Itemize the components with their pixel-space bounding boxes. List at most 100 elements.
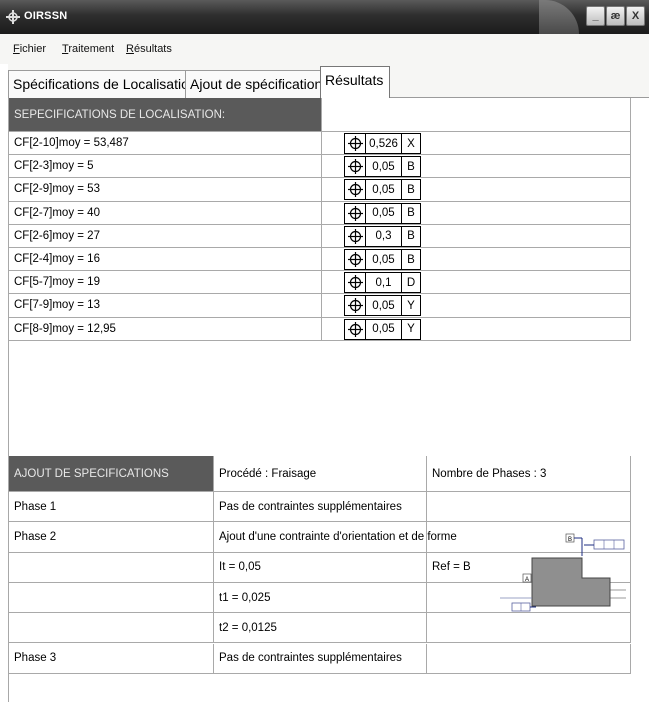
ajout-phase-detail: Pas de contraintes supplémentaires <box>214 643 427 673</box>
results-panel: SEPECIFICATIONS DE LOCALISATION: CF[2-10… <box>8 98 642 702</box>
datum-reference: B <box>407 160 415 173</box>
loc-spec-row: CF[2-9]moy = 53 0,05 B <box>9 178 631 202</box>
window-title: OIRSSN <box>24 10 68 22</box>
loc-spec-row: CF[7-9]moy = 13 0,05 Y <box>9 294 631 318</box>
loc-spec-row: CF[8-9]moy = 12,95 0,05 Y <box>9 317 631 341</box>
loc-spec-label: CF[2-7]moy = 40 <box>9 201 322 224</box>
svg-text:B: B <box>568 537 572 543</box>
svg-text:A: A <box>525 577 529 583</box>
ajout-phase-extra <box>427 643 631 673</box>
loc-spec-row: CF[2-10]moy = 53,487 0,526 X <box>9 132 631 156</box>
loc-spec-frame-cell: 0,05 B <box>322 201 631 224</box>
datum-reference: B <box>407 207 415 220</box>
tab-ajout-specifications[interactable]: Ajout de spécifications <box>185 70 329 98</box>
ajout-header-procede: Procédé : Fraisage <box>214 456 427 491</box>
tolerance-value: 0,526 <box>366 134 402 153</box>
loc-spec-row: CF[2-6]moy = 27 0,3 B <box>9 224 631 248</box>
datum-b-label: B <box>565 533 583 556</box>
loc-spec-frame-cell: 0,05 B <box>322 248 631 271</box>
feature-control-frame: 0,05 B <box>344 179 421 201</box>
position-icon <box>345 273 366 293</box>
feature-control-frame: 0,3 B <box>344 225 421 247</box>
feature-control-frame: 0,1 D <box>344 272 421 294</box>
ajout-phase-detail: t1 = 0,025 <box>214 582 427 613</box>
part-drawing-figure: B A <box>500 533 626 612</box>
tab-specifications-localisation[interactable]: Spécifications de Localisation <box>8 70 197 98</box>
loc-spec-frame-cell: 0,05 Y <box>322 294 631 317</box>
position-icon <box>345 134 366 153</box>
ajout-phase-label <box>9 582 214 613</box>
loc-spec-label: CF[2-9]moy = 53 <box>9 178 322 201</box>
position-icon <box>345 319 366 339</box>
loc-spec-frame-cell: 0,05 B <box>322 178 631 201</box>
tolerance-value: 0,3 <box>366 226 402 246</box>
feature-control-frame: 0,526 X <box>344 133 421 154</box>
loc-spec-frame-cell: 0,05 Y <box>322 317 631 340</box>
tolerance-value: 0,05 <box>366 319 402 339</box>
restore-button[interactable]: æ <box>606 6 625 26</box>
ajout-phase-detail: t2 = 0,0125 <box>214 613 427 643</box>
loc-spec-frame-cell: 0,05 B <box>322 155 631 178</box>
tolerance-value: 0,05 <box>366 250 402 269</box>
position-icon <box>345 226 366 246</box>
loc-spec-row: CF[2-3]moy = 5 0,05 B <box>9 155 631 179</box>
menu-traitement[interactable]: Traitement <box>62 43 114 55</box>
loc-header-row: SEPECIFICATIONS DE LOCALISATION: <box>9 98 631 132</box>
datum-a-label: A <box>522 573 532 583</box>
loc-spec-label: CF[5-7]moy = 19 <box>9 271 322 294</box>
feature-control-frame: 0,05 B <box>344 249 421 270</box>
ajout-phase-label: Phase 3 <box>9 643 214 673</box>
datum-reference: Y <box>407 323 415 336</box>
tolerance-frame-small <box>584 539 625 550</box>
ajout-phase-label <box>9 552 214 582</box>
loc-spec-label: CF[8-9]moy = 12,95 <box>9 317 322 340</box>
loc-spec-label: CF[7-9]moy = 13 <box>9 294 322 317</box>
loc-spec-label: CF[2-10]moy = 53,487 <box>9 132 322 155</box>
feature-control-frame: 0,05 Y <box>344 295 421 317</box>
loc-spec-label: CF[2-3]moy = 5 <box>9 155 322 178</box>
loc-header-empty-cell <box>322 98 631 131</box>
tolerance-value: 0,05 <box>366 203 402 223</box>
ajout-phase-extra <box>427 492 631 522</box>
position-icon <box>345 180 366 200</box>
position-icon <box>345 157 366 177</box>
feature-control-frame: 0,05 B <box>344 156 421 178</box>
ajout-phase-label <box>9 613 214 643</box>
menu-fichier[interactable]: Fichier <box>13 43 46 55</box>
title-bar: OIRSSN _ æ X <box>0 0 649 34</box>
ajout-header-row: AJOUT DE SPECIFICATIONS Procédé : Fraisa… <box>9 456 631 492</box>
ajout-phase-label: Phase 2 <box>9 522 214 552</box>
position-icon <box>345 250 366 269</box>
tolerance-value: 0,05 <box>366 180 402 200</box>
loc-spec-label: CF[2-4]moy = 16 <box>9 248 322 271</box>
loc-spec-row: CF[2-4]moy = 16 0,05 B <box>9 248 631 272</box>
tab-resultats[interactable]: Résultats <box>320 66 390 99</box>
loc-spec-frame-cell: 0,526 X <box>322 132 631 155</box>
ajout-phase-label: Phase 1 <box>9 492 214 522</box>
loc-spec-frame-cell: 0,1 D <box>322 271 631 294</box>
part-profile <box>500 557 626 607</box>
datum-reference: B <box>407 253 415 266</box>
datum-reference: Y <box>407 299 415 312</box>
loc-header-cell: SEPECIFICATIONS DE LOCALISATION: <box>9 98 322 131</box>
loc-spec-row: CF[2-7]moy = 40 0,05 B <box>9 201 631 225</box>
ajout-phase-detail: Pas de contraintes supplémentaires <box>214 492 427 522</box>
datum-reference: X <box>407 137 415 150</box>
tolerance-value: 0,1 <box>366 273 402 293</box>
tolerance-value: 0,05 <box>366 157 402 177</box>
loc-spec-row: CF[5-7]moy = 19 0,1 D <box>9 271 631 295</box>
loc-spec-frame-cell: 0,3 B <box>322 224 631 247</box>
close-button[interactable]: X <box>626 6 645 26</box>
menu-bar: Fichier Traitement Résultats <box>0 34 649 64</box>
ajout-phase-row: Phase 3 Pas de contraintes supplémentaire… <box>9 643 631 674</box>
menu-resultats[interactable]: Résultats <box>126 43 172 55</box>
ajout-header-title: AJOUT DE SPECIFICATIONS <box>9 456 214 491</box>
datum-reference: D <box>406 276 416 289</box>
minimize-button[interactable]: _ <box>586 6 605 26</box>
title-bar-decoration <box>539 0 579 34</box>
datum-reference: B <box>407 183 415 196</box>
tab-bar: Spécifications de Localisation Ajout de … <box>8 64 649 99</box>
loc-spec-label: CF[2-6]moy = 27 <box>9 224 322 247</box>
ajout-phase-row: Phase 1 Pas de contraintes supplémentaire… <box>9 492 631 523</box>
feature-control-frame: 0,05 B <box>344 202 421 224</box>
